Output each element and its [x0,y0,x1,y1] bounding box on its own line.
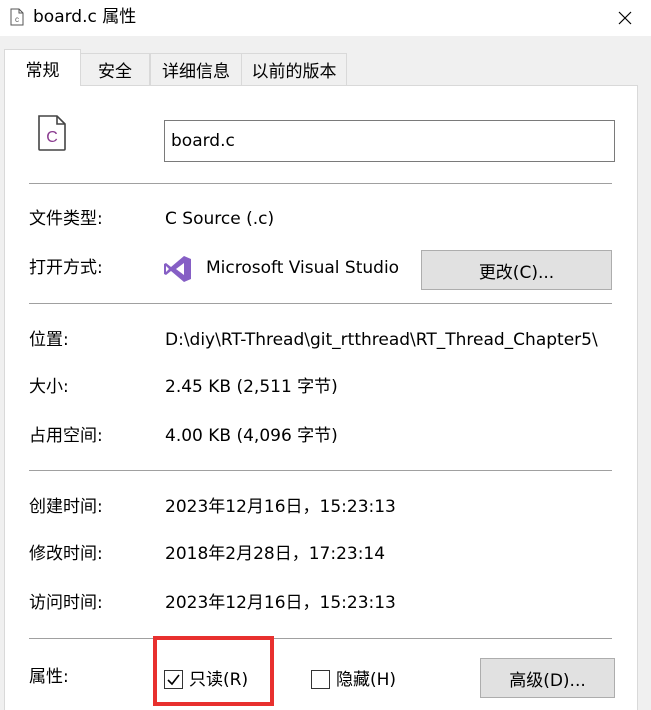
window-title: board.c 属性 [33,7,137,27]
c-file-icon: c [10,8,24,26]
advanced-button-label: 高级(D)... [509,670,586,691]
opens-with-label: 打开方式: [29,258,103,278]
svg-text:c: c [15,15,19,24]
file-name-input[interactable] [164,120,615,162]
close-button[interactable] [599,0,651,36]
tab-strip: 常规 安全 详细信息 以前的版本 [0,49,651,86]
c-source-file-icon: C [38,115,66,151]
size-on-disk-label: 占用空间: [29,426,103,446]
tab-general[interactable]: 常规 [4,49,81,86]
hidden-label[interactable]: 隐藏(H) [336,669,396,691]
attributes-label: 属性: [29,667,69,687]
tab-label: 以前的版本 [251,62,337,82]
created-label: 创建时间: [29,497,103,517]
location-value: D:\diy\RT-Thread\git_rtthread\RT_Thread_… [165,330,598,350]
tab-details[interactable]: 详细信息 [150,53,242,85]
size-value: 2.45 KB (2,511 字节) [165,377,338,397]
title-bar: c board.c 属性 [0,0,651,36]
tab-previous-versions[interactable]: 以前的版本 [241,53,347,85]
file-type-value: C Source (.c) [165,209,275,229]
size-on-disk-value: 4.00 KB (4,096 字节) [165,426,338,446]
divider [29,638,612,639]
advanced-button[interactable]: 高级(D)... [480,658,615,698]
visual-studio-icon [164,256,191,282]
divider [29,303,612,304]
tab-security[interactable]: 安全 [80,53,150,85]
tab-label: 详细信息 [162,62,230,82]
size-label: 大小: [29,377,69,397]
tab-label: 安全 [98,62,132,82]
change-button-label: 更改(C)... [478,262,555,283]
opens-with-value: Microsoft Visual Studio [206,258,400,278]
location-label: 位置: [29,330,69,350]
modified-label: 修改时间: [29,544,103,564]
svg-text:C: C [46,129,58,146]
change-button[interactable]: 更改(C)... [421,250,612,290]
hidden-checkbox[interactable] [311,670,330,689]
created-value: 2023年12月16日，15:23:13 [165,497,396,517]
accessed-label: 访问时间: [29,593,103,613]
divider [29,470,612,471]
readonly-highlight-box [153,636,274,706]
accessed-value: 2023年12月16日，15:23:13 [165,593,396,613]
file-type-label: 文件类型: [29,209,103,229]
close-icon [618,11,632,25]
modified-value: 2018年2月28日，17:23:14 [165,544,386,564]
divider [29,183,612,184]
tab-label: 常规 [25,60,60,81]
